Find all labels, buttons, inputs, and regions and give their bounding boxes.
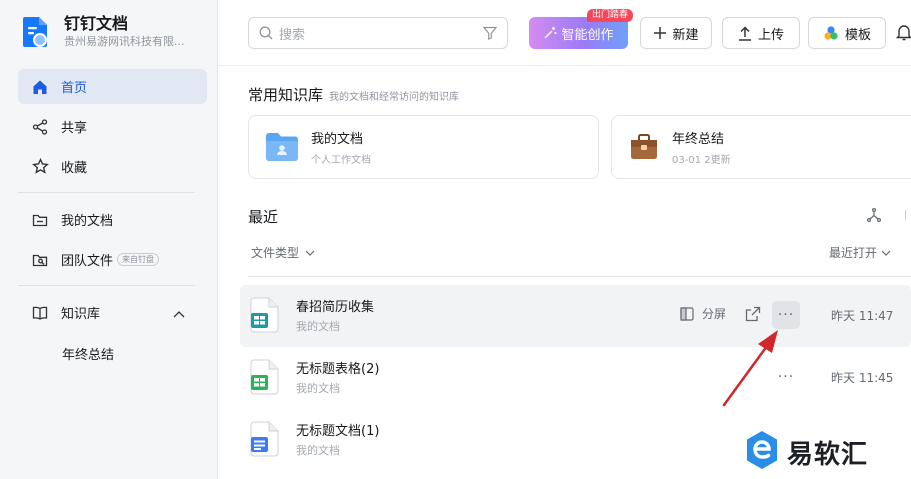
dingtalk-docs-logo-icon <box>22 15 50 49</box>
folder-icon <box>31 211 49 229</box>
card-title: 年终总结 <box>672 132 725 147</box>
search-icon <box>259 26 273 40</box>
file-title: 无标题文档(1) <box>296 424 380 439</box>
last-opened-time: 昨天 11:45 <box>831 371 894 385</box>
template-label: 模板 <box>844 27 871 43</box>
split-screen-icon <box>680 306 694 321</box>
watermark: 易软汇 <box>745 430 868 474</box>
watermark-text: 易软汇 <box>787 439 869 470</box>
notification-icon[interactable] <box>895 23 911 45</box>
knowledge-card[interactable]: 年终总结 03-01 2更新 <box>611 115 911 179</box>
new-button[interactable]: 新建 <box>640 17 712 49</box>
app-title: 钉钉文档 <box>64 14 129 33</box>
search-placeholder: 搜索 <box>279 27 306 43</box>
sidebar-subitem-year-end-summary[interactable]: 年终总结 <box>62 344 114 363</box>
briefcase-icon <box>630 133 658 161</box>
sidebar-item-label: 共享 <box>61 121 88 136</box>
file-location: 我的文档 <box>296 382 340 395</box>
plus-icon <box>653 26 667 40</box>
sidebar-item-home[interactable]: 首页 <box>18 69 207 104</box>
filter-icon[interactable] <box>483 26 497 40</box>
list-item[interactable]: 无标题表格(2) 我的文档 ··· 昨天 11:45 <box>240 347 911 409</box>
sidebar-item-label: 收藏 <box>61 161 88 176</box>
card-title: 我的文档 <box>311 132 364 147</box>
sidebar-item-favorites[interactable]: 收藏 <box>18 149 207 184</box>
list-divider <box>248 276 911 277</box>
last-opened-time: 昨天 11:47 <box>831 309 894 323</box>
upload-label: 上传 <box>757 27 784 43</box>
card-subtitle: 03-01 2更新 <box>672 155 731 166</box>
section-title: 常用知识库 <box>248 86 324 104</box>
file-title: 春招简历收集 <box>296 300 375 315</box>
section-subtitle: 我的文档和经常访问的知识库 <box>329 92 460 103</box>
search-input[interactable]: 搜索 <box>248 17 508 49</box>
source-badge: 来自钉盘 <box>117 253 160 266</box>
sort-label: 最近打开 <box>829 246 878 260</box>
sidebar-divider <box>18 285 195 286</box>
team-folder-icon <box>31 251 49 269</box>
header-divider <box>218 65 911 66</box>
sidebar-item-label: 我的文档 <box>61 214 114 229</box>
star-icon <box>31 158 49 176</box>
org-name[interactable]: 贵州易游网讯科技有限... <box>64 34 199 50</box>
card-subtitle: 个人工作文档 <box>311 155 371 166</box>
collection-file-icon <box>250 297 280 337</box>
sidebar-item-label: 团队文件 <box>61 254 114 269</box>
magic-wand-icon <box>543 26 557 40</box>
knowledge-card[interactable]: 我的文档 个人工作文档 <box>248 115 599 179</box>
file-location: 我的文档 <box>296 320 340 333</box>
chevron-up-icon[interactable] <box>173 307 185 322</box>
new-label: 新建 <box>672 27 699 43</box>
sidebar-item-share[interactable]: 共享 <box>18 109 207 144</box>
sort-dropdown[interactable]: 最近打开 <box>829 244 891 261</box>
knowledge-section-header: 常用知识库 我的文档和经常访问的知识库 <box>248 84 459 105</box>
sidebar-item-knowledge-base[interactable]: 知识库 <box>18 295 207 330</box>
upload-icon <box>738 25 752 41</box>
network-icon[interactable] <box>866 207 882 227</box>
file-title: 无标题表格(2) <box>296 362 380 377</box>
upload-button[interactable]: 上传 <box>722 17 800 49</box>
sidebar-divider <box>18 192 195 193</box>
template-icon <box>823 25 839 41</box>
recent-title: 最近 <box>248 208 279 226</box>
file-location: 我的文档 <box>296 444 340 457</box>
sidebar: 钉钉文档 贵州易游网讯科技有限... 首页 共享 收藏 我的文档 团队文件 来自… <box>0 0 218 479</box>
spreadsheet-file-icon <box>250 359 280 399</box>
sidebar-item-my-docs[interactable]: 我的文档 <box>18 202 207 237</box>
share-icon <box>31 118 49 136</box>
ai-create-label: 智能创作 <box>561 27 614 43</box>
app-window: { "app": { "title": "钉钉文档", "org": "贵州易游… <box>0 0 911 479</box>
my-docs-folder-icon <box>265 132 299 162</box>
template-button[interactable]: 模板 <box>808 17 886 49</box>
file-type-filter[interactable]: 文件类型 <box>251 244 315 261</box>
promo-tag: 出门踏春 <box>587 9 634 22</box>
chevron-down-icon <box>881 250 891 256</box>
annotation-arrow-icon <box>722 330 778 407</box>
filter-label: 文件类型 <box>251 246 300 260</box>
book-icon <box>31 304 49 322</box>
sidebar-item-team-files[interactable]: 团队文件 来自钉盘 <box>18 242 207 277</box>
toolbar-separator <box>905 210 906 220</box>
sidebar-item-label: 知识库 <box>61 307 101 322</box>
sidebar-item-label: 首页 <box>61 81 88 96</box>
chevron-down-icon <box>305 250 315 256</box>
list-item[interactable]: 春招简历收集 我的文档 分屏 ··· 昨天 11:47 <box>240 285 911 347</box>
watermark-logo-icon <box>745 430 779 474</box>
brand: 钉钉文档 贵州易游网讯科技有限... <box>22 14 199 50</box>
document-file-icon <box>250 421 280 461</box>
home-icon <box>31 78 49 96</box>
